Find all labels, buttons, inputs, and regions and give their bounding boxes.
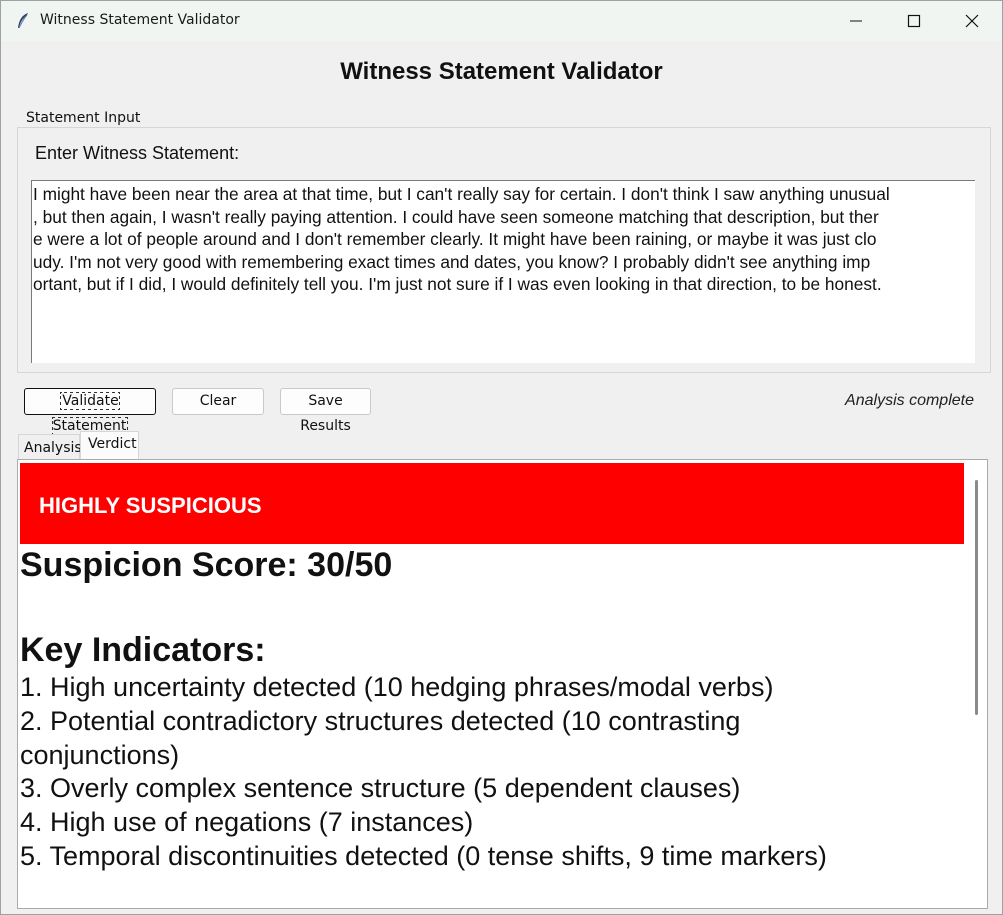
close-icon: [965, 14, 979, 28]
page-title: Witness Statement Validator: [340, 58, 663, 85]
title-bar[interactable]: Witness Statement Validator: [1, 1, 1002, 41]
suspicion-score: Suspicion Score: 30/50: [20, 546, 393, 584]
validate-statement-button[interactable]: Validate Statement: [24, 388, 156, 435]
tab-verdict[interactable]: Verdict: [80, 431, 139, 460]
feather-icon: [15, 12, 31, 30]
app-window: Witness Statement Validator Witness Stat…: [0, 0, 1003, 915]
statement-line: , but then again, I wasn't really paying…: [33, 206, 879, 227]
indicator-list: 1. High uncertainty detected (10 hedging…: [20, 671, 827, 874]
group-label: Statement Input: [23, 110, 144, 126]
tab-analysis[interactable]: Analysis: [18, 434, 82, 459]
key-indicators-title: Key Indicators:: [20, 631, 266, 669]
validate-button-label: Validate Statement: [51, 392, 129, 435]
close-button[interactable]: [943, 1, 1001, 41]
clear-button[interactable]: Clear: [172, 388, 264, 415]
statement-textarea[interactable]: I might have been near the area at that …: [31, 180, 975, 363]
maximize-button[interactable]: [885, 1, 943, 41]
indicator-item: 2. Potential contradictory structures de…: [20, 705, 741, 736]
minimize-icon: [850, 20, 862, 22]
window-title: Witness Statement Validator: [40, 12, 240, 28]
statement-field-label: Enter Witness Statement:: [35, 143, 240, 163]
indicator-item: 5. Temporal discontinuities detected (0 …: [20, 840, 827, 871]
verdict-label: HIGHLY SUSPICIOUS: [39, 493, 262, 518]
indicator-item: 1. High uncertainty detected (10 hedging…: [20, 672, 774, 702]
scrollbar-thumb[interactable]: [975, 480, 978, 715]
indicator-item: 4. High use of negations (7 instances): [20, 807, 474, 838]
verdict-pane: HIGHLY SUSPICIOUS Suspicion Score: 30/50…: [17, 459, 988, 909]
statement-line: udy. I'm not very good with remembering …: [33, 251, 871, 272]
indicator-item: 3. Overly complex sentence structure (5 …: [20, 773, 741, 804]
verdict-banner: HIGHLY SUSPICIOUS: [20, 463, 964, 544]
save-results-button[interactable]: Save Results: [280, 388, 371, 434]
statement-line: e were a lot of people around and I don'…: [33, 229, 877, 250]
minimize-button[interactable]: [827, 1, 885, 41]
statement-line: ortant, but if I did, I would definitely…: [33, 274, 882, 295]
maximize-icon: [907, 14, 921, 28]
status-text: Analysis complete: [845, 392, 974, 409]
indicator-item: conjunctions): [20, 739, 180, 770]
statement-line: I might have been near the area at that …: [33, 184, 890, 204]
